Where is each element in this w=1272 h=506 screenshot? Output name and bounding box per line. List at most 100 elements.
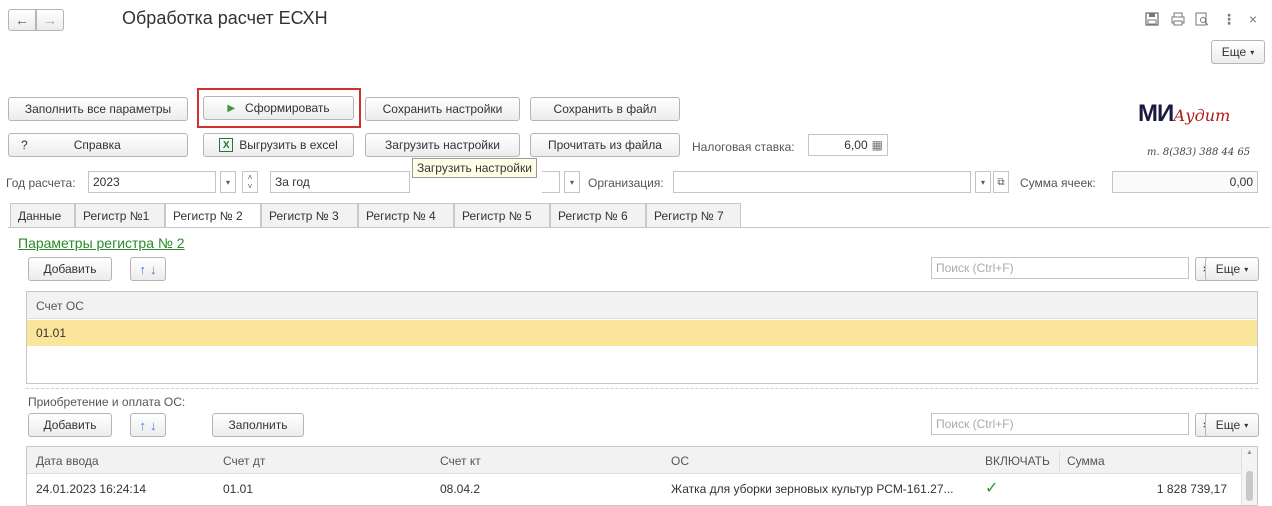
amount-cell[interactable]: 1 828 739,17 (1067, 482, 1227, 496)
help-button[interactable]: ? Справка (8, 133, 188, 157)
export-excel-button[interactable]: X Выгрузить в excel (203, 133, 354, 157)
tab-register-6[interactable]: Регистр № 6 (550, 203, 646, 227)
date-cell[interactable]: 24.01.2023 16:24:14 (36, 482, 146, 496)
tab-register-5[interactable]: Регистр № 5 (454, 203, 550, 227)
tab-register-7[interactable]: Регистр № 7 (646, 203, 741, 227)
year-label: Год расчета: (6, 176, 76, 190)
chevron-down-icon: ▾ (1244, 264, 1249, 274)
load-settings-button[interactable]: Загрузить настройки (365, 133, 520, 157)
tooltip: Загрузить настройки (412, 158, 537, 178)
table-row[interactable] (27, 320, 1257, 346)
play-icon: ▶ (227, 102, 236, 114)
asset-cell[interactable]: Жатка для уборки зерновых культур РСМ-16… (671, 482, 971, 496)
organization-open-icon[interactable]: ⧉ (993, 171, 1009, 193)
acquisition-search-placeholder: Поиск (Ctrl+F) (936, 417, 1014, 431)
fill-all-button[interactable]: Заполнить все параметры (8, 97, 188, 121)
register-title[interactable]: Параметры регистра № 2 (18, 235, 185, 251)
column-date[interactable]: Дата ввода (36, 454, 99, 468)
year-dropdown-icon[interactable]: ▾ (220, 171, 236, 193)
move-down-icon[interactable]: ↓ (150, 418, 157, 433)
register-more-label: Еще (1215, 262, 1241, 276)
register-table-header (27, 292, 1257, 319)
acquisition-search-input[interactable]: Поиск (Ctrl+F) (931, 413, 1189, 435)
close-icon[interactable]: × (1244, 10, 1262, 28)
table-row[interactable] (27, 475, 1239, 501)
organization-field[interactable] (673, 171, 971, 193)
register-search-input[interactable]: Поиск (Ctrl+F) (931, 257, 1189, 279)
more-button-top[interactable]: Еще ▾ (1211, 40, 1265, 64)
back-arrow-icon: ← (15, 12, 29, 28)
logo-script: Аудит (1173, 106, 1231, 125)
column-asset[interactable]: ОС (671, 454, 689, 468)
move-buttons[interactable]: ↑ ↓ (130, 257, 166, 281)
fill-button[interactable]: Заполнить (212, 413, 304, 437)
generate-label: Сформировать (245, 101, 330, 115)
read-file-button[interactable]: Прочитать из файла (530, 133, 680, 157)
excel-icon: X (219, 138, 234, 152)
register-search-placeholder: Поиск (Ctrl+F) (936, 261, 1014, 275)
column-account-os[interactable]: Счет ОС (36, 299, 84, 313)
acquisition-more-label: Еще (1215, 418, 1241, 432)
export-excel-label: Выгрузить в excel (239, 138, 338, 152)
back-button[interactable]: ← (8, 9, 36, 31)
tab-underline (8, 227, 1270, 228)
logo-phone: т. 8(383) 388 44 65 (1147, 147, 1251, 158)
forward-arrow-icon: → (43, 12, 57, 28)
more-label: Еще (1221, 45, 1247, 59)
scrollbar[interactable]: ▲ (1241, 447, 1257, 505)
period-field-tail (542, 171, 560, 193)
tab-register-3[interactable]: Регистр № 3 (261, 203, 358, 227)
acquisition-more-button[interactable]: Еще ▾ (1205, 413, 1259, 437)
column-include[interactable]: ВКЛЮЧАТЬ (985, 454, 1050, 468)
forward-button[interactable]: → (36, 9, 64, 31)
add-acquisition-button[interactable]: Добавить (28, 413, 112, 437)
help-label: Справка (73, 138, 121, 152)
tax-rate-value: 6,00 (844, 138, 868, 152)
scroll-up-icon[interactable]: ▲ (1246, 449, 1253, 456)
section-divider (26, 388, 1258, 389)
calculator-icon[interactable]: ▦ (872, 138, 883, 152)
organization-label: Организация: (588, 176, 664, 190)
year-field[interactable]: 2023 (88, 171, 216, 193)
scroll-thumb[interactable] (1246, 471, 1253, 501)
menu-icon[interactable]: ⋮ (1220, 10, 1238, 28)
register-more-button[interactable]: Еще ▾ (1205, 257, 1259, 281)
logo: МИАудит (1138, 100, 1230, 128)
account-cell[interactable]: 01.01 (36, 326, 66, 340)
window-title: Обработка расчет ЕСХН (122, 8, 328, 28)
save-file-button[interactable]: Сохранить в файл (530, 97, 680, 121)
debit-cell[interactable]: 01.01 (223, 482, 253, 496)
column-separator (1059, 451, 1060, 471)
period-field[interactable]: За год (270, 171, 410, 193)
column-debit[interactable]: Счет дт (223, 454, 265, 468)
tax-rate-label: Налоговая ставка: (692, 140, 795, 154)
generate-button[interactable]: ▶ Сформировать (203, 96, 354, 120)
credit-cell[interactable]: 08.04.2 (440, 482, 480, 496)
include-checkbox[interactable]: ✓ (985, 478, 998, 498)
acquisition-table: Дата ввода Счет дт Счет кт ОС ВКЛЮЧАТЬ С… (26, 446, 1258, 506)
add-account-button[interactable]: Добавить (28, 257, 112, 281)
chevron-down-icon: ▾ (1250, 47, 1255, 57)
tab-data[interactable]: Данные (10, 203, 75, 227)
column-credit[interactable]: Счет кт (440, 454, 481, 468)
column-amount[interactable]: Сумма (1067, 454, 1105, 468)
move-down-icon[interactable]: ↓ (150, 262, 157, 277)
tab-register-4[interactable]: Регистр № 4 (358, 203, 454, 227)
preview-icon[interactable] (1193, 10, 1211, 28)
save-icon[interactable] (1143, 10, 1161, 28)
acquisition-label: Приобретение и оплата ОС: (28, 395, 186, 409)
tab-register-1[interactable]: Регистр №1 (75, 203, 165, 227)
acquisition-move-buttons[interactable]: ↑ ↓ (130, 413, 166, 437)
period-dropdown-icon[interactable]: ▾ (564, 171, 580, 193)
move-up-icon[interactable]: ↑ (140, 418, 147, 433)
help-icon: ? (21, 138, 28, 152)
sum-cells-field: 0,00 (1112, 171, 1258, 193)
tax-rate-field[interactable]: 6,00 ▦ (808, 134, 888, 156)
year-stepper[interactable]: ˄ ˅ (242, 171, 258, 193)
organization-dropdown-icon[interactable]: ▾ (975, 171, 991, 193)
save-settings-button[interactable]: Сохранить настройки (365, 97, 520, 121)
print-icon[interactable] (1169, 10, 1187, 28)
tab-register-2[interactable]: Регистр № 2 (165, 203, 261, 228)
chevron-down-icon: ▾ (1244, 420, 1249, 430)
move-up-icon[interactable]: ↑ (140, 262, 147, 277)
